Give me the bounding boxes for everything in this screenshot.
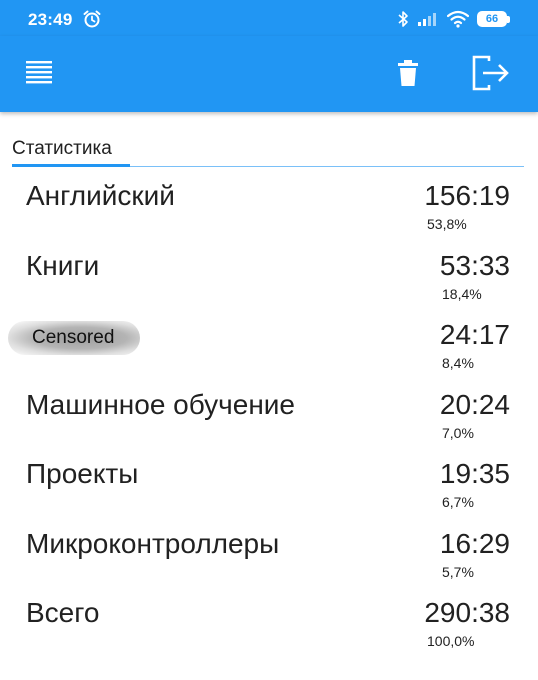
exit-icon[interactable] <box>470 53 512 93</box>
bluetooth-icon <box>398 11 408 27</box>
category-name: Машинное обучение <box>26 388 295 420</box>
category-time: 19:35 <box>439 458 510 489</box>
battery-icon: 66 <box>477 11 510 27</box>
stats-list: Английский 156:19 53,8% Книги 53:33 18,4… <box>0 170 538 657</box>
category-time: 156:19 <box>424 180 510 211</box>
list-item[interactable]: Книги 53:33 18,4% <box>0 240 538 310</box>
category-name: Книги <box>26 249 100 281</box>
category-name: Английский <box>26 180 175 211</box>
status-bar: 23:49 66 <box>0 0 538 36</box>
category-name-censored: Censored <box>8 321 141 355</box>
list-item[interactable]: Машинное обучение 20:24 7,0% <box>0 379 538 449</box>
category-percent: 6,7% <box>442 494 474 510</box>
status-icons: 66 <box>397 9 510 29</box>
list-item[interactable]: Censored 24:17 8,4% <box>0 309 538 379</box>
tab-statistics[interactable]: Статистика <box>12 138 112 160</box>
list-item-total[interactable]: Всего 290:38 100,0% <box>0 587 538 657</box>
trash-icon[interactable] <box>391 55 425 91</box>
list-menu-icon[interactable] <box>22 56 56 90</box>
category-time: 20:24 <box>439 388 510 420</box>
category-percent: 8,4% <box>442 355 474 371</box>
category-time: 24:17 <box>439 319 510 350</box>
list-item[interactable]: Английский 156:19 53,8% <box>0 170 538 240</box>
total-label: Всего <box>26 597 100 628</box>
list-item[interactable]: Микроконтроллеры 16:29 5,7% <box>0 518 538 588</box>
category-percent: 5,7% <box>442 563 474 580</box>
signal-icon <box>418 13 436 26</box>
category-percent: 53,8% <box>427 216 467 232</box>
category-percent: 7,0% <box>442 424 474 441</box>
alarm-icon <box>83 10 101 28</box>
category-name: Проекты <box>26 458 139 489</box>
list-item[interactable]: Проекты 19:35 6,7% <box>0 448 538 518</box>
battery-level: 66 <box>477 11 507 27</box>
wifi-icon <box>447 10 469 28</box>
category-time: 53:33 <box>439 249 510 281</box>
category-name: Микроконтроллеры <box>26 527 280 559</box>
tab-divider <box>12 166 524 167</box>
status-time: 23:49 <box>28 10 73 29</box>
total-time: 290:38 <box>424 597 510 628</box>
app-bar <box>0 36 538 112</box>
category-time: 16:29 <box>439 527 510 559</box>
category-percent: 18,4% <box>442 285 482 302</box>
total-percent: 100,0% <box>427 633 475 649</box>
